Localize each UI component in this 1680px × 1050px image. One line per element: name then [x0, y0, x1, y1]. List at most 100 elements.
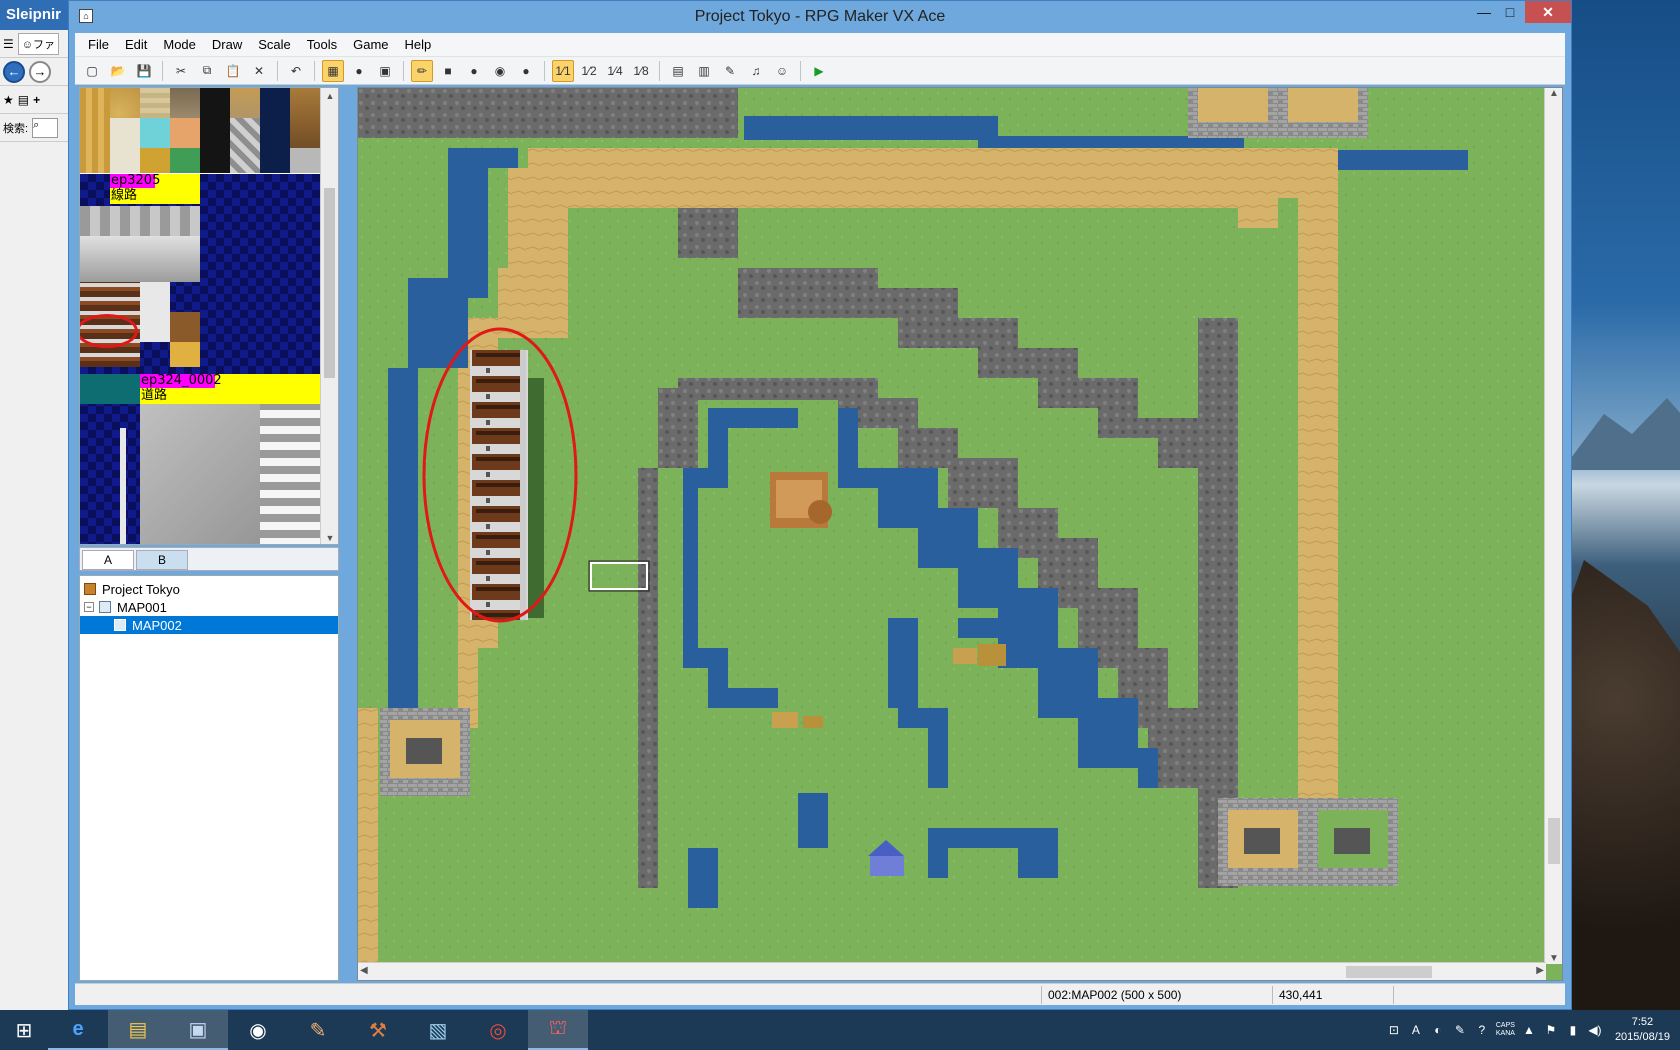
- tile-crosswalk[interactable]: [260, 404, 320, 544]
- scroll-right-icon[interactable]: ▶: [1536, 965, 1544, 976]
- tile-grass[interactable]: [170, 148, 200, 173]
- volume-icon[interactable]: ◀): [1587, 1022, 1603, 1038]
- scroll-up-icon[interactable]: ▲: [1545, 88, 1562, 99]
- file-explorer-icon[interactable]: ▤: [108, 1010, 168, 1050]
- window-icon[interactable]: ▣: [168, 1010, 228, 1050]
- menu-file[interactable]: File: [81, 35, 116, 54]
- back-icon[interactable]: ←: [3, 60, 25, 83]
- tile-teal[interactable]: [80, 374, 140, 404]
- undo-icon[interactable]: ↶: [285, 60, 307, 82]
- ime-mode-icon[interactable]: ⊡: [1386, 1022, 1402, 1038]
- tree-project-root[interactable]: Project Tokyo: [80, 580, 338, 598]
- scale-1-4-icon[interactable]: 1⁄4: [604, 60, 626, 82]
- tile-dark[interactable]: [200, 88, 230, 173]
- flag-icon[interactable]: ⚑: [1543, 1022, 1559, 1038]
- tile-yellow-block[interactable]: [170, 342, 200, 367]
- scroll-left-icon[interactable]: ◀: [360, 965, 368, 976]
- tree-map001[interactable]: − MAP001: [80, 598, 338, 616]
- event-layer-icon[interactable]: ●: [348, 60, 370, 82]
- list-icon[interactable]: ▤: [18, 93, 29, 107]
- scale-1-8-icon[interactable]: 1⁄8: [630, 60, 652, 82]
- sleipnir-browser-window[interactable]: Sleipnir ☰ ☺ファ ← → ★ ▤ + 検索: ⌕: [0, 0, 70, 1010]
- notebook-icon[interactable]: ▧: [408, 1010, 468, 1050]
- flood-fill-icon[interactable]: ◉: [489, 60, 511, 82]
- pencil-icon[interactable]: ✏: [411, 59, 433, 82]
- tile-platform-white[interactable]: [140, 282, 170, 342]
- tool-icon[interactable]: ⚒: [348, 1010, 408, 1050]
- map-layer-icon[interactable]: ▦: [322, 59, 344, 82]
- rectangle-icon[interactable]: ■: [437, 60, 459, 82]
- map-view[interactable]: [358, 88, 1546, 964]
- resource-manager-icon[interactable]: ▥: [693, 60, 715, 82]
- add-tab-icon[interactable]: +: [33, 93, 40, 107]
- network-icon[interactable]: ▮: [1565, 1022, 1581, 1038]
- chrome-icon[interactable]: ◎: [468, 1010, 528, 1050]
- scroll-down-icon[interactable]: ▼: [321, 530, 338, 544]
- search-input[interactable]: ⌕: [32, 117, 59, 138]
- cut-icon[interactable]: ✂: [170, 60, 192, 82]
- scale-1-1-icon[interactable]: 1⁄1: [552, 59, 574, 82]
- tile-cobble[interactable]: [110, 118, 140, 173]
- close-button[interactable]: ✕: [1525, 1, 1571, 23]
- steam-icon[interactable]: ◉: [228, 1010, 288, 1050]
- start-button[interactable]: ⊞: [0, 1010, 48, 1050]
- tab-b[interactable]: B: [136, 550, 188, 570]
- tile-platform[interactable]: [80, 236, 200, 282]
- rpgmaker-icon[interactable]: ⛫: [528, 1010, 588, 1050]
- map-horizontal-scrollbar[interactable]: ◀ ▶: [358, 962, 1546, 980]
- tile-ice[interactable]: [140, 118, 170, 148]
- tray-app-icon[interactable]: ◐: [1430, 1022, 1446, 1038]
- tile-gold[interactable]: [140, 148, 170, 173]
- tileset-grid[interactable]: ep3205 線路 ep324_0002 道路: [80, 88, 320, 544]
- menu-draw[interactable]: Draw: [205, 35, 249, 54]
- shadow-pen-icon[interactable]: ●: [515, 60, 537, 82]
- menu-tools[interactable]: Tools: [300, 35, 344, 54]
- forward-icon[interactable]: →: [29, 60, 51, 83]
- menu-edit[interactable]: Edit: [118, 35, 154, 54]
- menu-scale[interactable]: Scale: [251, 35, 298, 54]
- tab-a[interactable]: A: [82, 550, 134, 570]
- tileset-scroll-thumb[interactable]: [324, 188, 335, 378]
- character-generator-icon[interactable]: ☺: [771, 60, 793, 82]
- show-hidden-icons[interactable]: ▲: [1521, 1022, 1537, 1038]
- tree-map002[interactable]: MAP002: [80, 616, 338, 634]
- paste-icon[interactable]: 📋: [222, 60, 244, 82]
- tray-help-icon[interactable]: ?: [1474, 1022, 1490, 1038]
- save-project-icon[interactable]: 💾: [133, 60, 155, 82]
- new-project-icon[interactable]: ▢: [81, 60, 103, 82]
- tile-road-line[interactable]: [120, 428, 126, 544]
- ellipse-icon[interactable]: ●: [463, 60, 485, 82]
- sound-test-icon[interactable]: ♫: [745, 60, 767, 82]
- paint-icon[interactable]: ✎: [288, 1010, 348, 1050]
- tile-sand[interactable]: [170, 118, 200, 148]
- tile-wood-floor[interactable]: [80, 88, 110, 173]
- tray-pen-icon[interactable]: ✎: [1452, 1022, 1468, 1038]
- sleipnir-tab[interactable]: ☺ファ: [17, 32, 59, 55]
- map-vertical-scrollbar[interactable]: ▲ ▼: [1544, 88, 1562, 964]
- maximize-button[interactable]: □: [1495, 1, 1525, 23]
- scroll-up-icon[interactable]: ▲: [321, 88, 338, 104]
- map-vscroll-thumb[interactable]: [1548, 818, 1560, 864]
- scroll-down-icon[interactable]: ▼: [1545, 953, 1562, 964]
- menu-game[interactable]: Game: [346, 35, 395, 54]
- region-layer-icon[interactable]: ▣: [374, 60, 396, 82]
- sleipnir-menu-icon[interactable]: ☰: [3, 37, 14, 51]
- tile-night[interactable]: [260, 88, 290, 173]
- tileset-scrollbar[interactable]: ▲ ▼: [320, 88, 338, 544]
- map-hscroll-thumb[interactable]: [1346, 966, 1432, 978]
- menu-mode[interactable]: Mode: [156, 35, 203, 54]
- collapse-icon[interactable]: −: [84, 602, 94, 612]
- script-editor-icon[interactable]: ✎: [719, 60, 741, 82]
- title-bar[interactable]: ⌂ Project Tokyo - RPG Maker VX Ace — □ ✕: [69, 1, 1571, 33]
- scale-1-2-icon[interactable]: 1⁄2: [578, 60, 600, 82]
- clock[interactable]: 7:52 2015/08/19: [1615, 1015, 1670, 1045]
- tile-rail-track[interactable]: [80, 206, 200, 236]
- tileset-palette[interactable]: ep3205 線路 ep324_0002 道路 ▲ ▼: [79, 87, 339, 545]
- delete-icon[interactable]: ✕: [248, 60, 270, 82]
- ime-indicator[interactable]: A: [1408, 1022, 1424, 1038]
- tile-concrete[interactable]: [290, 148, 320, 173]
- database-icon[interactable]: ▤: [667, 60, 689, 82]
- map-canvas[interactable]: ▲ ▼ ◀ ▶: [357, 87, 1563, 981]
- menu-help[interactable]: Help: [398, 35, 439, 54]
- playtest-icon[interactable]: ▶: [808, 60, 830, 82]
